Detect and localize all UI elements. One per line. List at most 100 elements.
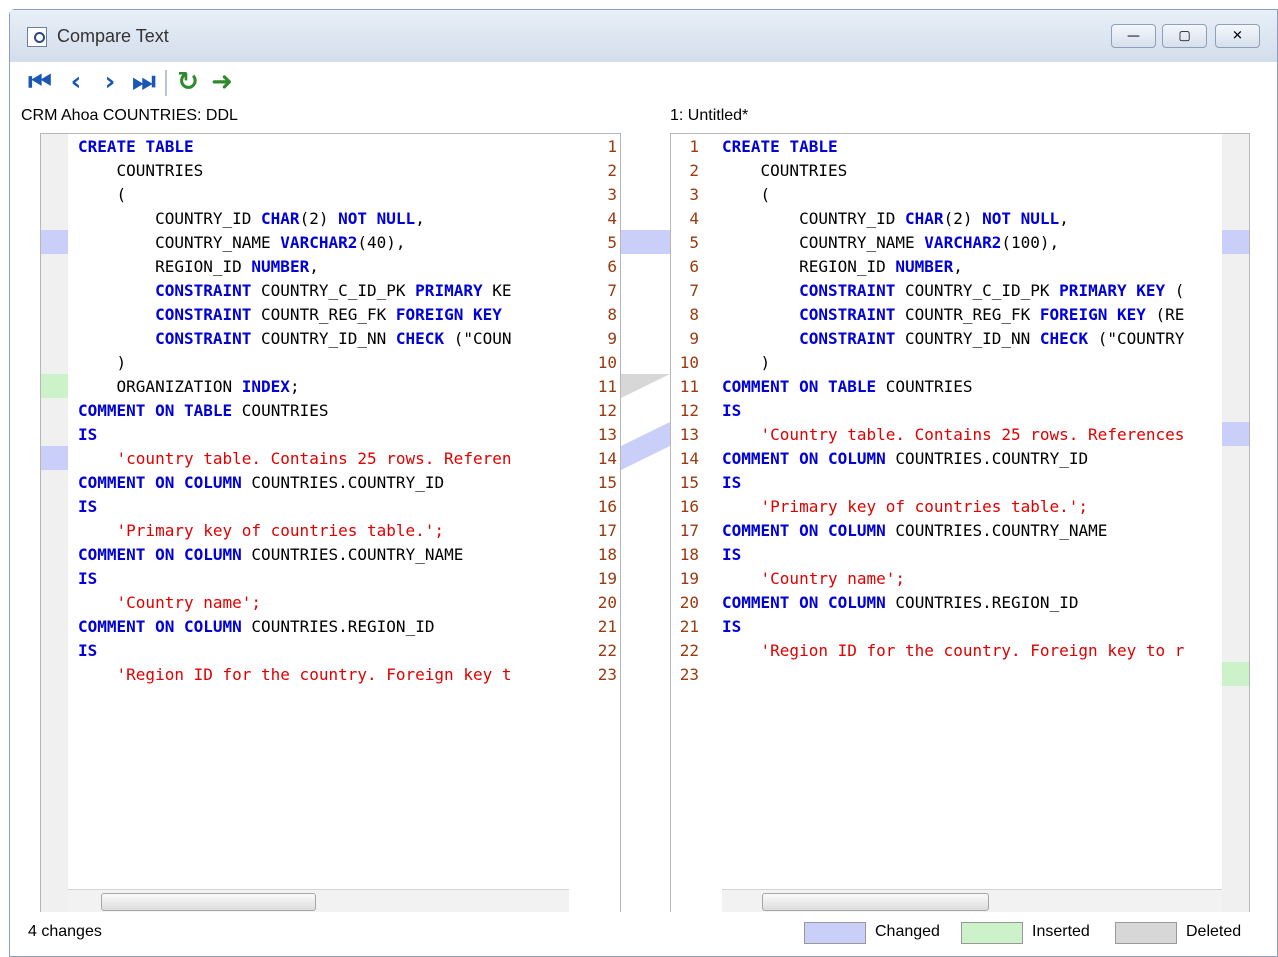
code-line[interactable]: ( [722,182,771,206]
code-line[interactable]: IS [722,614,741,638]
code-line[interactable]: COMMENT ON TABLE COUNTRIES [78,398,329,422]
code-line[interactable]: COMMENT ON COLUMN COUNTRIES. REGION_ID [78,614,434,638]
changed-gutter-marker [41,446,68,470]
code-line[interactable]: CONSTRAINT COUNTRY_C_ID_PK PRIMARY KEY ( [722,278,1184,302]
line-number: 5 [607,232,617,252]
code-line[interactable]: CONSTRAINT COUNTRY_C_ID_PK PRIMARY KE [78,278,511,302]
refresh-icon[interactable]: ↻ [174,67,202,97]
line-number: 2 [607,160,617,180]
right-horizontal-scrollbar[interactable] [722,889,1222,913]
line-number: 16 [597,496,617,516]
code-line[interactable]: 'Region ID for the country. Foreign key … [78,662,512,686]
code-line[interactable]: IS [78,638,97,662]
code-line[interactable]: COMMENT ON TABLE COUNTRIES [722,374,973,398]
line-number: 10 [597,352,617,372]
left-horizontal-scrollbar[interactable] [68,889,569,913]
changed-swatch [804,922,866,944]
code-line[interactable]: COUNTRIES [78,158,204,182]
code-line[interactable]: IS [78,422,97,446]
first-diff-icon[interactable]: ⏮ [26,67,54,97]
code-line[interactable]: ) [722,350,771,374]
line-number: 17 [597,520,617,540]
diff-connector [621,230,670,470]
deleted-swatch [1115,922,1177,944]
code-line[interactable]: ) [78,350,127,374]
export-icon[interactable]: ➜ [208,67,236,97]
line-number: 7 [607,280,617,300]
code-line[interactable]: CREATE TABLE [78,134,194,158]
code-line[interactable]: CONSTRAINT COUNTR_REG_FK FOREIGN KEY [78,302,502,326]
change-count: 4 changes [28,923,102,940]
line-number: 19 [597,568,617,588]
changed-gutter-marker [1222,422,1249,446]
code-line[interactable]: COMMENT ON COLUMN COUNTRIES. REGION_ID [722,590,1078,614]
line-number: 4 [607,208,617,228]
next-diff-icon[interactable]: › [96,67,124,97]
code-line[interactable]: REGION_ID NUMBER, [78,254,319,278]
code-line[interactable]: CREATE TABLE [722,134,838,158]
status-bar: 4 changes Changed Inserted Deleted [10,912,1277,956]
line-number: 21 [597,616,617,636]
code-line[interactable]: CONSTRAINT COUNTRY_ID_NN CHECK (" COUN [78,326,511,350]
code-line[interactable]: COMMENT ON COLUMN COUNTRIES. COUNTRY_ID [722,446,1088,470]
close-button[interactable]: ✕ [1215,24,1260,48]
code-line[interactable]: IS [722,398,741,422]
code-line[interactable]: CONSTRAINT COUNTRY_ID_NN CHECK (" COUNTRY [722,326,1184,350]
inserted-label: Inserted [1032,923,1090,940]
inserted-gutter-marker [1222,662,1249,686]
left-scroll-thumb[interactable] [101,893,316,911]
code-line[interactable]: IS [78,494,97,518]
title-bar: Compare Text — ▢ ✕ [10,10,1277,62]
main-content: ⏮ ‹ › ⏭ ↻ ➜ CRM Ahoa COUNTRIES: DDL 1: U… [10,62,1277,956]
code-line[interactable]: 'Primary key of countries table.'; [722,494,1089,518]
line-number: 23 [597,664,617,684]
changed-gutter-marker [1222,230,1249,254]
code-line[interactable]: COUNTRIES [722,158,848,182]
code-line[interactable]: CONSTRAINT COUNTR_REG_FK FOREIGN KEY (RE [722,302,1184,326]
code-line[interactable]: 'Country name'; [78,590,262,614]
prev-diff-icon[interactable]: ‹ [62,67,90,97]
code-line[interactable]: COMMENT ON COLUMN COUNTRIES. COUNTRY_NAME [78,542,463,566]
changed-label: Changed [875,923,940,940]
line-number: 11 [597,376,617,396]
code-line[interactable]: 'Country table. Contains 25 rows. Refere… [722,422,1185,446]
last-diff-icon[interactable]: ⏭ [130,67,158,97]
code-line[interactable]: IS [722,542,741,566]
left-text-pane[interactable]: 1 CREATE TABLE 2 COUNTRIES 3 (4 COUNTRY_ID … [40,133,621,914]
right-file-label: 1: Untitled* [670,107,749,124]
compare-text-window: Compare Text — ▢ ✕ ⏮ ‹ › ⏭ ↻ ➜ CRM Ahoa … [9,9,1278,957]
code-line[interactable]: ORGANIZATION INDEX; [78,374,300,398]
code-line[interactable]: IS [78,566,97,590]
code-line[interactable]: COUNTRY_ID CHAR(2) NOT NULL, [78,206,425,230]
code-line[interactable]: COUNTRY_NAME VARCHAR2(40), [78,230,405,254]
code-line[interactable]: IS [722,470,741,494]
line-number: 6 [607,256,617,276]
line-number: 15 [597,472,617,492]
window-title: Compare Text [57,26,169,46]
deleted-label: Deleted [1186,923,1242,940]
line-number: 8 [607,304,617,324]
line-number: 22 [597,640,617,660]
maximize-button[interactable]: ▢ [1162,24,1207,48]
code-line[interactable]: COUNTRY_ID CHAR(2) NOT NULL, [722,206,1069,230]
minimize-button[interactable]: — [1111,24,1156,48]
line-number: 3 [607,184,617,204]
code-line[interactable]: 'Country name'; [722,566,906,590]
line-number: 9 [607,328,617,348]
code-line[interactable]: REGION_ID NUMBER, [722,254,963,278]
code-line[interactable]: ( [78,182,127,206]
code-line[interactable]: COUNTRY_NAME VARCHAR2(100), [722,230,1059,254]
right-text-pane[interactable]: 1 CREATE TABLE 2 COUNTRIES 3 (4 COUNTRY_ID … [670,133,1250,914]
right-scroll-thumb[interactable] [762,893,989,911]
code-line[interactable]: 'country table. Contains 25 rows. Refere… [78,446,512,470]
changed-gutter-marker [41,230,68,254]
code-line[interactable]: 'Region ID for the country. Foreign key … [722,638,1185,662]
code-line[interactable]: 'Primary key of countries table.'; [78,518,445,542]
line-number: 14 [597,448,617,468]
code-line[interactable]: COMMENT ON COLUMN COUNTRIES. COUNTRY_NAME [722,518,1107,542]
inserted-swatch [961,922,1023,944]
line-number: 1 [607,136,617,156]
line-number: 18 [597,544,617,564]
code-line[interactable]: COMMENT ON COLUMN COUNTRIES. COUNTRY_ID [78,470,444,494]
line-number: 12 [597,400,617,420]
